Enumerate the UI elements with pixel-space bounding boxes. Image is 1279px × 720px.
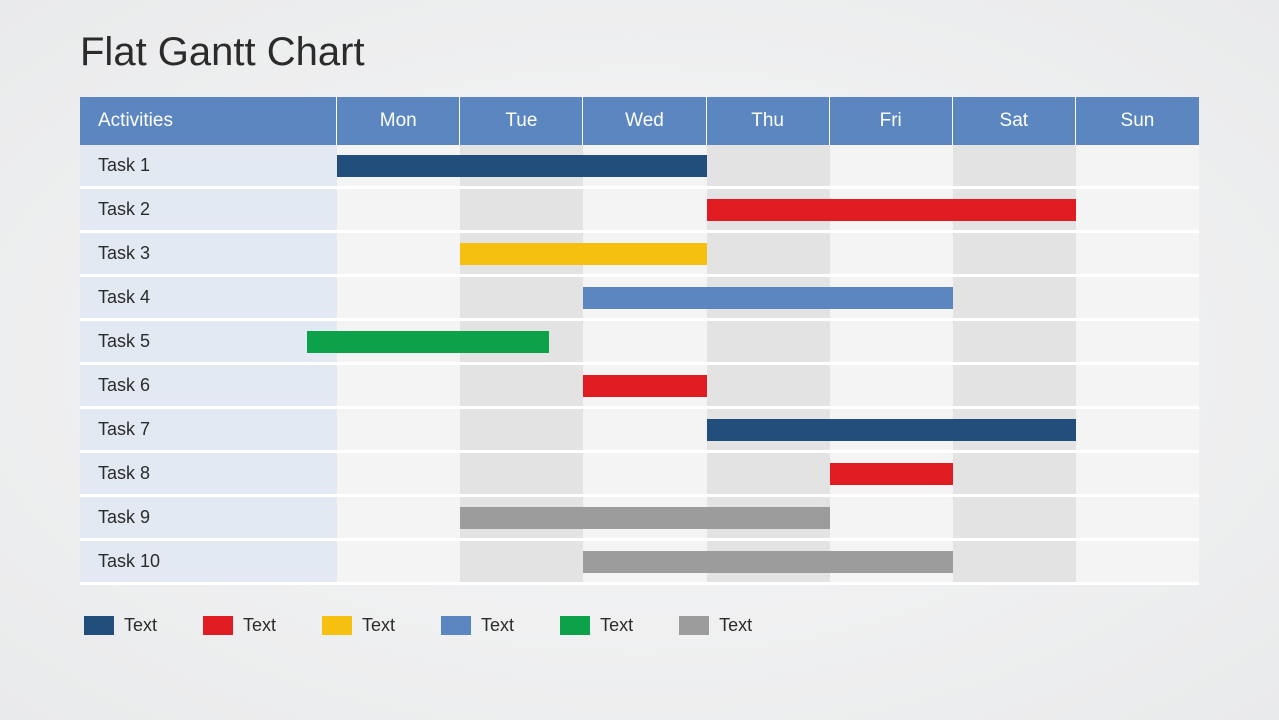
row-label: Task 5 — [80, 321, 337, 365]
gantt-bar — [307, 331, 460, 353]
gantt-bar — [830, 199, 953, 221]
legend-item: Text — [679, 615, 752, 636]
swatch-blue — [441, 616, 471, 635]
row-label: Task 6 — [80, 365, 337, 409]
table-row: Task 7 — [80, 409, 1199, 453]
swatch-red — [203, 616, 233, 635]
gantt-bar — [460, 507, 583, 529]
header-day-tue: Tue — [460, 97, 583, 145]
legend-label: Text — [600, 615, 633, 636]
page-title: Flat Gantt Chart — [80, 30, 1199, 75]
table-row: Task 8 — [80, 453, 1199, 497]
row-label: Task 3 — [80, 233, 337, 277]
gantt-bar — [707, 199, 830, 221]
header-day-sat: Sat — [953, 97, 1076, 145]
row-label: Task 2 — [80, 189, 337, 233]
gantt-bar — [583, 507, 706, 529]
legend-label: Text — [362, 615, 395, 636]
gantt-chart: Activities Mon Tue Wed Thu Fri Sat Sun T… — [80, 97, 1199, 585]
legend: Text Text Text Text Text Text — [80, 615, 1199, 636]
table-row: Task 6 — [80, 365, 1199, 409]
swatch-grey — [679, 616, 709, 635]
gantt-bar — [953, 199, 1076, 221]
table-row: Task 2 — [80, 189, 1199, 233]
header-day-sun: Sun — [1076, 97, 1199, 145]
legend-item: Text — [322, 615, 395, 636]
gantt-bar — [830, 551, 953, 573]
gantt-bar — [337, 155, 460, 177]
gantt-bar — [583, 551, 706, 573]
table-row: Task 4 — [80, 277, 1199, 321]
header-row: Activities Mon Tue Wed Thu Fri Sat Sun — [80, 97, 1199, 145]
table-row: Task 9 — [80, 497, 1199, 541]
legend-item: Text — [441, 615, 514, 636]
row-label: Task 4 — [80, 277, 337, 321]
swatch-green — [560, 616, 590, 635]
gantt-bar — [830, 419, 953, 441]
gantt-bar — [460, 243, 583, 265]
row-label: Task 9 — [80, 497, 337, 541]
header-day-wed: Wed — [583, 97, 706, 145]
table-row: Task 3 — [80, 233, 1199, 277]
gantt-bar — [707, 419, 830, 441]
gantt-bar — [830, 287, 953, 309]
legend-item: Text — [560, 615, 633, 636]
table-row: Task 1 — [80, 145, 1199, 189]
header-day-fri: Fri — [830, 97, 953, 145]
gantt-bar — [583, 375, 706, 397]
gantt-bar — [830, 463, 953, 485]
row-label: Task 7 — [80, 409, 337, 453]
header-day-mon: Mon — [337, 97, 460, 145]
gantt-bar — [707, 551, 830, 573]
slide: Flat Gantt Chart Activities Mon Tue Wed … — [0, 0, 1279, 720]
swatch-navy — [84, 616, 114, 635]
legend-label: Text — [243, 615, 276, 636]
gantt-bar — [707, 507, 830, 529]
row-label: Task 1 — [80, 145, 337, 189]
header-activities: Activities — [80, 97, 337, 145]
gantt-bar — [707, 287, 830, 309]
gantt-bar — [583, 243, 706, 265]
row-label: Task 8 — [80, 453, 337, 497]
gantt-bar — [583, 287, 706, 309]
legend-label: Text — [481, 615, 514, 636]
table-row: Task 5 — [80, 321, 1199, 365]
gantt-bar — [953, 419, 1076, 441]
legend-label: Text — [719, 615, 752, 636]
row-label: Task 10 — [80, 541, 337, 585]
swatch-yellow — [322, 616, 352, 635]
legend-label: Text — [124, 615, 157, 636]
legend-item: Text — [203, 615, 276, 636]
table-row: Task 10 — [80, 541, 1199, 585]
gantt-bar — [460, 331, 549, 353]
header-day-thu: Thu — [707, 97, 830, 145]
gantt-bar — [583, 155, 706, 177]
legend-item: Text — [84, 615, 157, 636]
gantt-bar — [460, 155, 583, 177]
